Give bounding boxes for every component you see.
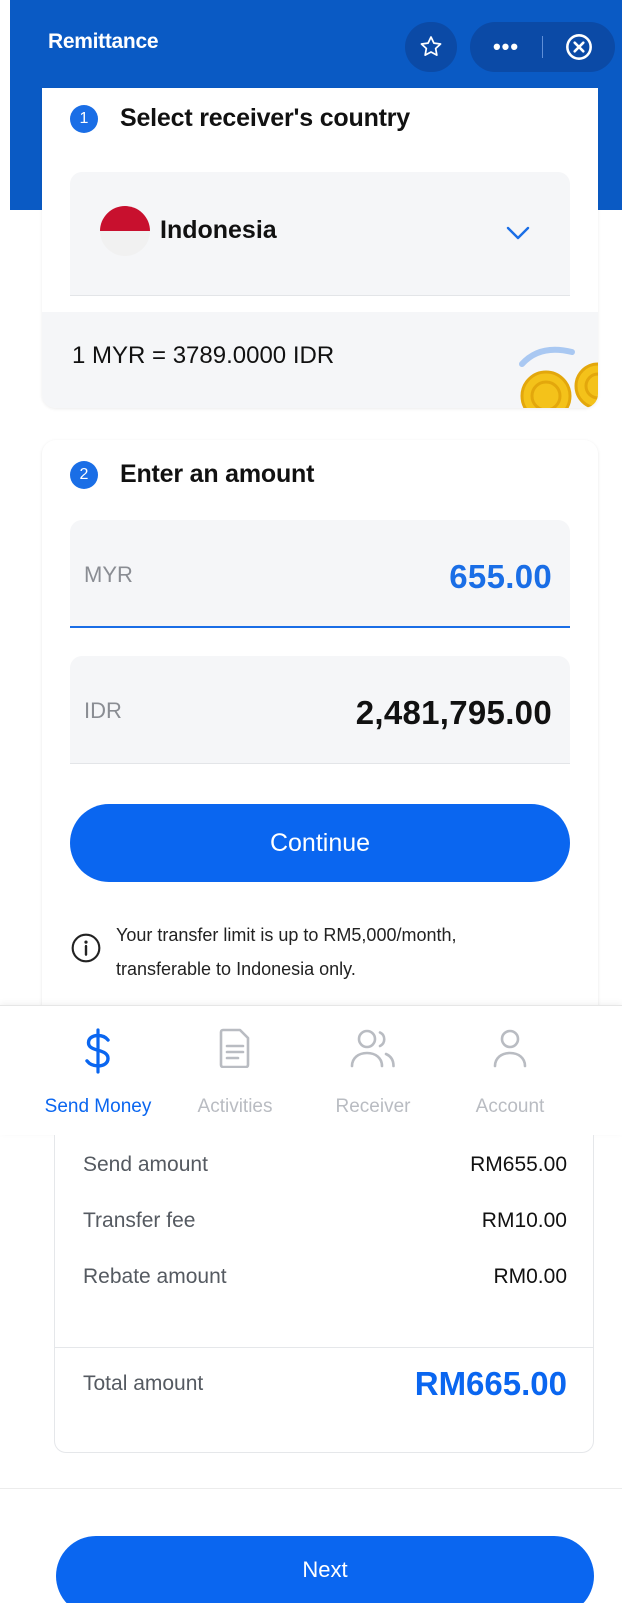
step-2-header: 2 Enter an amount <box>70 460 314 489</box>
nav-receiver[interactable]: Receiver <box>303 1006 443 1136</box>
step-2-title: Enter an amount <box>120 460 315 488</box>
total-amount-label: Total amount <box>83 1372 204 1395</box>
receive-currency: IDR <box>84 698 122 723</box>
nav-receiver-label: Receiver <box>335 1096 411 1117</box>
send-amount-label: Send amount <box>83 1153 208 1176</box>
nav-account-label: Account <box>475 1096 545 1117</box>
dollar-icon <box>85 1028 110 1074</box>
step-1-header: 1 Select receiver's country <box>70 104 410 133</box>
send-currency: MYR <box>84 562 133 587</box>
rebate-amount-row: Rebate amount RM0.00 <box>83 1265 567 1289</box>
receive-amount-input[interactable]: 2,481,795.00 <box>356 694 552 732</box>
country-select[interactable]: Indonesia <box>70 172 570 296</box>
close-button[interactable] <box>546 22 612 72</box>
nav-account[interactable]: Account <box>440 1006 580 1136</box>
info-icon <box>71 933 101 963</box>
exchange-rate: 1 MYR = 3789.0000 IDR <box>72 342 335 369</box>
user-icon <box>493 1029 527 1068</box>
country-name: Indonesia <box>160 216 277 244</box>
transfer-fee-label: Transfer fee <box>83 1209 196 1232</box>
exchange-rate-row: 1 MYR = 3789.0000 IDR <box>42 312 598 408</box>
more-options-button[interactable]: ••• <box>470 22 542 72</box>
nav-send-money-label: Send Money <box>44 1096 152 1117</box>
continue-button[interactable]: Continue <box>70 804 570 882</box>
more-icon: ••• <box>492 34 520 59</box>
rebate-amount-value: RM0.00 <box>493 1265 567 1288</box>
favorite-button[interactable] <box>405 22 457 72</box>
country-card: 1 Select receiver's country Indonesia 1 … <box>42 88 598 408</box>
send-amount-value: RM655.00 <box>470 1153 567 1176</box>
indonesia-flag-icon <box>100 206 150 256</box>
transfer-fee-value: RM10.00 <box>481 1209 567 1232</box>
step-1-title: Select receiver's country <box>120 104 410 132</box>
total-amount-row: Total amount RM665.00 <box>83 1349 567 1419</box>
total-amount-value: RM665.00 <box>414 1365 567 1402</box>
rebate-amount-label: Rebate amount <box>83 1265 227 1288</box>
bottom-navigation: Send Money Activities Receiver Account <box>0 1005 622 1135</box>
star-icon <box>420 36 442 56</box>
nav-activities-label: Activities <box>197 1096 273 1117</box>
summary-card: Send amount RM655.00 Transfer fee RM10.0… <box>54 1135 594 1453</box>
step-2-badge: 2 <box>70 460 98 489</box>
footer-divider <box>0 1488 622 1489</box>
window-controls: ••• <box>470 22 615 72</box>
coins-icon <box>519 346 598 408</box>
transfer-fee-row: Transfer fee RM10.00 <box>83 1209 567 1233</box>
send-amount-field[interactable]: MYR 655.00 <box>70 520 570 628</box>
next-button[interactable]: Next <box>56 1536 594 1603</box>
send-amount-input[interactable]: 655.00 <box>449 558 552 596</box>
left-edge <box>0 0 10 1603</box>
chevron-down-icon <box>506 226 530 240</box>
summary-divider <box>55 1347 593 1348</box>
step-1-badge: 1 <box>70 104 98 133</box>
close-icon <box>566 34 592 60</box>
transfer-limit-text: Your transfer limit is up to RM5,000/mon… <box>116 925 457 979</box>
app-title: Remittance <box>48 30 159 53</box>
receive-amount-field[interactable]: IDR 2,481,795.00 <box>70 656 570 764</box>
send-amount-row: Send amount RM655.00 <box>83 1153 567 1177</box>
nav-send-money[interactable]: Send Money <box>28 1006 168 1136</box>
nav-activities[interactable]: Activities <box>165 1006 305 1136</box>
document-icon <box>219 1028 250 1068</box>
amount-card: 2 Enter an amount MYR 655.00 IDR 2,481,7… <box>42 440 598 1010</box>
users-icon <box>350 1029 395 1068</box>
controls-divider <box>542 36 543 58</box>
